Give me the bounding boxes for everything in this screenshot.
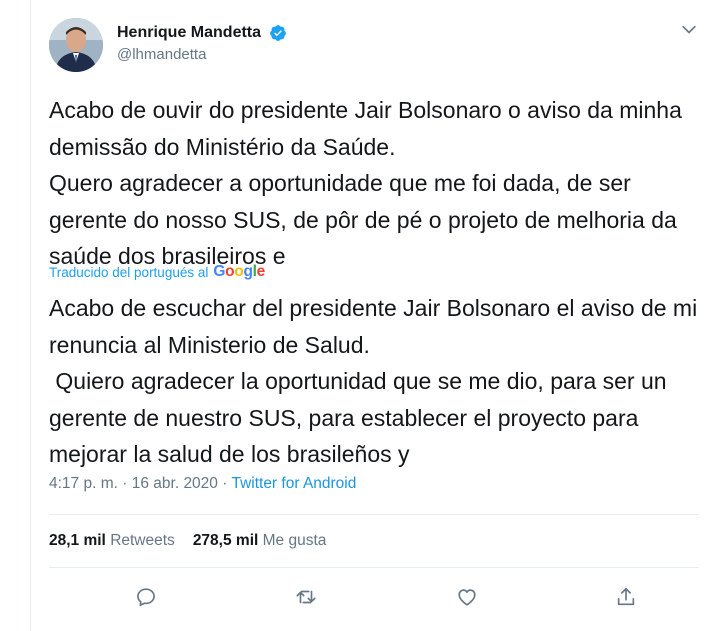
divider [49,567,699,568]
likes-stat[interactable]: 278,5 mil Me gusta [193,532,327,549]
tweet-meta: 4:17 p. m. · 16 abr. 2020 · Twitter for … [49,475,356,493]
retweet-button[interactable] [289,580,323,614]
share-button[interactable] [609,580,643,614]
share-icon [617,587,635,606]
tweet-card: Henrique Mandetta @lhmandetta Acabo de o… [30,0,715,631]
like-icon [458,589,476,606]
tweet-translation: Acabo de escuchar del presidente Jair Bo… [49,295,698,467]
user-handle[interactable]: @lhmandetta [117,46,287,63]
meta-separator: · [122,475,128,492]
display-name[interactable]: Henrique Mandetta [117,24,261,42]
google-logo: Google [213,263,265,280]
likes-label: Me gusta [262,532,327,549]
user-identity: Henrique Mandetta @lhmandetta [117,24,287,63]
tweet-header: Henrique Mandetta @lhmandetta [49,18,699,74]
tweet-actions [49,580,699,614]
tweet-stats: 28,1 mil Retweets 278,5 mil Me gusta [49,532,326,550]
divider [49,514,699,515]
retweets-label: Retweets [110,532,175,549]
verified-badge-icon [270,25,287,41]
likes-count: 278,5 mil [192,532,259,549]
retweets-stat[interactable]: 28,1 mil Retweets [49,532,175,549]
translation-attribution[interactable]: Traducido del portugués al Google [49,263,265,281]
retweets-count: 28,1 mil [49,532,106,549]
chevron-down-icon[interactable] [679,20,699,40]
tweet-text: Acabo de ouvir do presidente Jair Bolson… [49,97,682,269]
tweet-time[interactable]: 4:17 p. m. [49,475,118,492]
avatar[interactable] [49,18,103,72]
meta-separator-2: · [222,475,228,492]
retweet-icon [296,590,316,604]
tweet-date[interactable]: 16 abr. 2020 [132,475,218,492]
reply-button[interactable] [129,580,163,614]
reply-icon [137,588,155,607]
tweet-source-link[interactable]: Twitter for Android [231,475,356,492]
like-button[interactable] [450,580,484,614]
translated-label: Traducido del portugués al [49,264,209,280]
